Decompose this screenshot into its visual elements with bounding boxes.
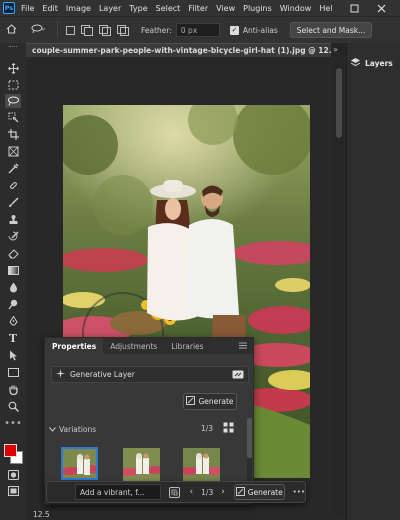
subtract-selection-icon[interactable]: [99, 25, 111, 36]
lasso-tool-icon[interactable]: [5, 94, 21, 108]
previous-variation-icon[interactable]: ‹: [190, 487, 194, 497]
menu-image[interactable]: Image: [66, 4, 91, 13]
menu-bar: Ps File Edit Image Layer Type Select Fil…: [0, 0, 400, 16]
next-variation-icon[interactable]: ›: [221, 487, 225, 497]
path-selection-tool-icon[interactable]: [5, 348, 21, 362]
menu-window[interactable]: Window: [280, 4, 312, 13]
zoom-readout[interactable]: 12.5: [33, 510, 50, 519]
generate-taskbar-icon: [235, 486, 245, 498]
pen-tool-icon[interactable]: [5, 314, 21, 328]
gradient-tool-icon[interactable]: [5, 263, 21, 277]
foreground-color-swatch[interactable]: [4, 444, 17, 457]
toolbar-grip[interactable]: [9, 46, 17, 48]
menu-help[interactable]: Hel: [319, 4, 332, 13]
layer-type-row: Generative Layer: [51, 366, 249, 383]
layers-label: Layers: [365, 59, 393, 68]
feather-input[interactable]: 0 px: [175, 23, 220, 37]
scrollbar-thumb[interactable]: [336, 68, 342, 138]
more-tools-icon[interactable]: •••: [4, 416, 22, 430]
more-tabs-chevron-icon[interactable]: »: [333, 45, 338, 54]
more-options-icon[interactable]: •••: [293, 488, 305, 496]
menu-file[interactable]: File: [21, 4, 34, 13]
generate-button-taskbar[interactable]: Generate: [233, 484, 285, 500]
intersect-selection-icon[interactable]: [117, 25, 129, 36]
chevron-down-icon: [49, 425, 56, 434]
properties-panel-tabs: Properties Adjustments Libraries: [45, 338, 253, 354]
convert-layer-icon[interactable]: [232, 370, 244, 381]
layers-panel-tab[interactable]: Layers: [350, 57, 393, 70]
generate-button-panel[interactable]: Generate: [183, 393, 237, 410]
hand-tool-icon[interactable]: [5, 382, 21, 396]
generate-label-taskbar: Generate: [247, 487, 283, 497]
restore-window-icon[interactable]: [343, 0, 365, 16]
healing-brush-tool-icon[interactable]: [5, 178, 21, 192]
contextual-task-bar: Add a vibrant, f... ‹ 1/3 › Generate •••: [46, 481, 306, 503]
object-selection-tool-icon[interactable]: [5, 110, 21, 124]
clone-stamp-tool-icon[interactable]: [5, 212, 21, 226]
close-window-icon[interactable]: [370, 0, 392, 16]
anti-alias-checkbox[interactable]: ✓: [229, 25, 239, 35]
rectangle-tool-icon[interactable]: [5, 365, 21, 379]
variations-label: Variations: [59, 425, 97, 434]
document-tab-title: couple-summer-park-people-with-vintage-b…: [32, 46, 331, 55]
marquee-tool-icon[interactable]: [5, 78, 21, 92]
variation-thumbnail-3[interactable]: [183, 448, 220, 481]
reference-image-icon[interactable]: [169, 486, 180, 498]
layer-type-label: Generative Layer: [70, 370, 135, 379]
menu-layer[interactable]: Layer: [99, 4, 121, 13]
menu-plugins[interactable]: Plugins: [243, 4, 272, 13]
menu-filter[interactable]: Filter: [188, 4, 208, 13]
prompt-input[interactable]: Add a vibrant, f...: [75, 484, 162, 500]
home-icon[interactable]: [6, 23, 17, 37]
panel-menu-icon[interactable]: [239, 342, 247, 351]
move-tool-icon[interactable]: [5, 61, 21, 75]
feather-label: Feather:: [141, 25, 172, 35]
tab-properties[interactable]: Properties: [45, 338, 104, 354]
right-panel-dock: [346, 43, 400, 520]
menu-edit[interactable]: Edit: [42, 4, 58, 13]
generate-label-panel: Generate: [198, 397, 234, 406]
eyedropper-tool-icon[interactable]: [5, 161, 21, 175]
separator: [57, 22, 58, 38]
options-bar: Feather: 0 px ✓ Anti-alias Select and Ma…: [0, 16, 400, 43]
brush-tool-icon[interactable]: [5, 195, 21, 209]
layers-icon: [350, 57, 361, 70]
crop-tool-icon[interactable]: [5, 127, 21, 141]
properties-scrollbar-thumb[interactable]: [247, 418, 252, 458]
tools-panel: T •••: [0, 43, 26, 520]
tab-libraries[interactable]: Libraries: [164, 338, 210, 354]
lasso-tool-preset-icon[interactable]: [31, 24, 46, 36]
select-and-mask-button[interactable]: Select and Mask...: [289, 22, 373, 38]
generative-layer-icon: [56, 369, 65, 380]
eraser-tool-icon[interactable]: [5, 246, 21, 260]
properties-panel: Properties Adjustments Libraries Generat…: [44, 337, 254, 505]
photoshop-logo[interactable]: Ps: [3, 2, 15, 14]
anti-alias-label: Anti-alias: [242, 25, 278, 35]
history-brush-tool-icon[interactable]: [5, 229, 21, 243]
type-tool-icon[interactable]: T: [5, 331, 21, 345]
variations-page-count: 1/3: [201, 424, 214, 433]
document-tab-bar: couple-summer-park-people-with-vintage-b…: [26, 43, 346, 57]
menu-select[interactable]: Select: [156, 4, 181, 13]
grid-view-icon[interactable]: [223, 422, 234, 435]
blur-tool-icon[interactable]: [5, 280, 21, 294]
new-selection-icon[interactable]: [66, 25, 75, 35]
add-selection-icon[interactable]: [81, 25, 93, 36]
vertical-scrollbar[interactable]: [334, 60, 344, 515]
variations-header[interactable]: Variations: [49, 425, 96, 434]
screen-mode-icon[interactable]: [5, 484, 21, 498]
menu-type[interactable]: Type: [129, 4, 147, 13]
frame-tool-icon[interactable]: [5, 144, 21, 158]
zoom-tool-icon[interactable]: [5, 399, 21, 413]
generate-sparkle-icon: [186, 396, 196, 407]
taskbar-page-count: 1/3: [201, 487, 214, 497]
document-tab[interactable]: couple-summer-park-people-with-vintage-b…: [26, 43, 331, 57]
variation-thumbnail-1[interactable]: [61, 447, 98, 480]
variation-thumbnail-2[interactable]: [123, 448, 160, 481]
menu-view[interactable]: View: [216, 4, 235, 13]
tab-adjustments[interactable]: Adjustments: [103, 338, 164, 354]
dodge-tool-icon[interactable]: [5, 297, 21, 311]
quick-mask-icon[interactable]: [5, 468, 21, 482]
